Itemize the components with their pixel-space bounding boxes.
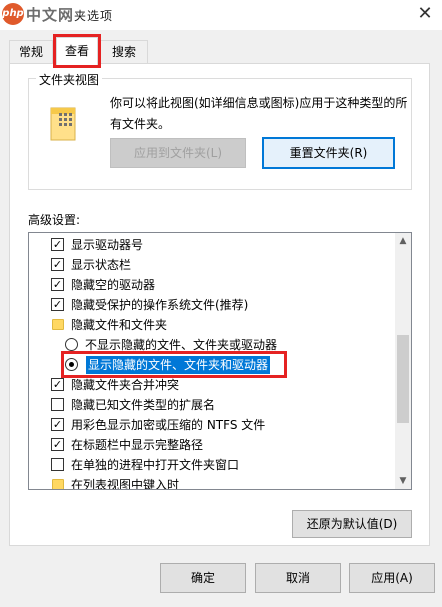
folder-views-title: 文件夹视图	[36, 71, 103, 88]
checkbox-checked[interactable]: ✓	[51, 278, 64, 291]
checkbox-checked[interactable]: ✓	[51, 258, 64, 271]
tree-item-label: 隐藏空的驱动器	[71, 278, 156, 292]
advanced-settings-label: 高级设置:	[28, 213, 81, 227]
checkbox-checked[interactable]: ✓	[51, 238, 64, 251]
ok-button[interactable]: 确定	[160, 563, 246, 593]
folder-icon	[52, 479, 64, 489]
watermark-logo: php	[2, 3, 24, 25]
watermark-text-main: 中文网	[26, 6, 75, 24]
tree-folder-label: 隐藏文件和文件夹	[71, 318, 168, 332]
tree-item-label: 隐藏受保护的操作系统文件(推荐)	[71, 298, 249, 312]
reset-folders-button[interactable]: 重置文件夹(R)	[262, 137, 395, 169]
folder-views-description: 你可以将此视图(如详细信息或图标)应用于这种类型的所有文件夹。	[110, 96, 408, 131]
apply-button[interactable]: 应用(A)	[349, 563, 435, 593]
tree-item-label: 隐藏文件夹合并冲突	[71, 378, 180, 392]
tree-item-label: 在单独的进程中打开文件夹窗口	[71, 458, 240, 472]
tree-item-label: 隐藏已知文件类型的扩展名	[71, 398, 216, 412]
checkbox-checked[interactable]: ✓	[51, 418, 64, 431]
tab-view-highlight-box	[53, 34, 101, 68]
tab-search[interactable]: 搜索	[100, 40, 148, 64]
folder-icon	[52, 319, 64, 330]
tree-item-label: 用彩色显示加密或压缩的 NTFS 文件	[71, 418, 266, 432]
cancel-button[interactable]: 取消	[255, 563, 341, 593]
apply-to-folders-button[interactable]: 应用到文件夹(L)	[110, 138, 246, 168]
tree-item-label: 显示驱动器号	[71, 238, 144, 252]
window-title-fragment: 夹选项	[74, 9, 114, 23]
checkbox-unchecked[interactable]	[51, 398, 64, 411]
selected-option-highlight-box	[61, 351, 287, 378]
tree-folder-label: 在列表视图中键入时	[71, 478, 180, 490]
scrollbar-thumb[interactable]	[397, 335, 409, 423]
scroll-down-arrow-icon[interactable]: ▼	[395, 473, 411, 489]
restore-defaults-button[interactable]: 还原为默认值(D)	[292, 510, 412, 538]
checkbox-checked[interactable]: ✓	[51, 378, 64, 391]
checkbox-checked[interactable]: ✓	[51, 298, 64, 311]
tree-item-label: 在标题栏中显示完整路径	[71, 438, 204, 452]
folder-view-icon	[50, 107, 76, 141]
checkbox-unchecked[interactable]	[51, 458, 64, 471]
tab-general[interactable]: 常规	[9, 40, 53, 64]
close-icon[interactable]: ✕	[412, 2, 438, 26]
watermark-text: 中文网夹选项	[26, 4, 113, 25]
checkbox-checked[interactable]: ✓	[51, 438, 64, 451]
scroll-up-arrow-icon[interactable]: ▲	[395, 233, 411, 249]
radio-unchecked[interactable]	[65, 338, 78, 351]
tree-item-label: 显示状态栏	[71, 258, 132, 272]
